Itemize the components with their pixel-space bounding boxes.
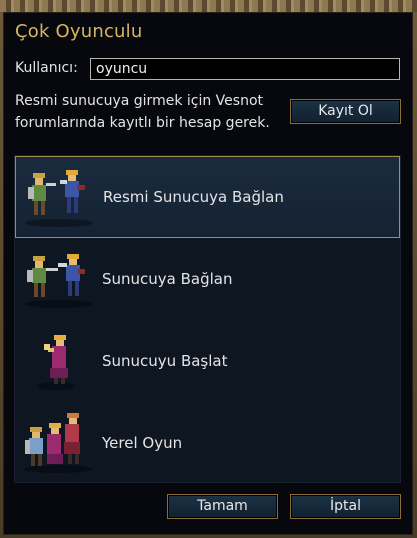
username-input[interactable] xyxy=(90,58,400,80)
connection-options-list: Resmi Sunucuya Bağlan Sunucuya Bağlan Su… xyxy=(14,155,401,483)
cancel-button[interactable]: İptal xyxy=(290,494,401,519)
list-item-label: Sunucuyu Başlat xyxy=(102,352,228,370)
multiplayer-dialog: Çok Oyunculu Kullanıcı: Resmi sunucuya g… xyxy=(3,12,413,535)
register-button[interactable]: Kayıt Ol xyxy=(290,99,401,124)
two-warriors-sprite-icon xyxy=(24,254,92,308)
list-item-label: Sunucuya Bağlan xyxy=(102,270,233,288)
list-item-host-server[interactable]: Sunucuyu Başlat xyxy=(15,320,400,402)
list-item-connect-server[interactable]: Sunucuya Bağlan xyxy=(15,238,400,320)
three-units-sprite-icon xyxy=(24,413,92,473)
list-item-official-server[interactable]: Resmi Sunucuya Bağlan xyxy=(15,156,400,238)
login-info-text: Resmi sunucuya girmek için Vesnot foruml… xyxy=(15,93,270,131)
game-background-strip xyxy=(0,0,417,12)
list-item-label: Yerel Oyun xyxy=(102,434,183,452)
ok-button[interactable]: Tamam xyxy=(167,494,278,519)
list-item-local-game[interactable]: Yerel Oyun xyxy=(15,402,400,484)
dialog-title: Çok Oyunculu xyxy=(15,21,143,42)
two-warriors-sprite-icon xyxy=(25,170,93,227)
window-frame: Çok Oyunculu Kullanıcı: Resmi sunucuya g… xyxy=(0,0,417,538)
mage-sprite-icon xyxy=(38,335,74,390)
list-item-label: Resmi Sunucuya Bağlan xyxy=(103,188,284,206)
username-label: Kullanıcı: xyxy=(15,60,78,76)
